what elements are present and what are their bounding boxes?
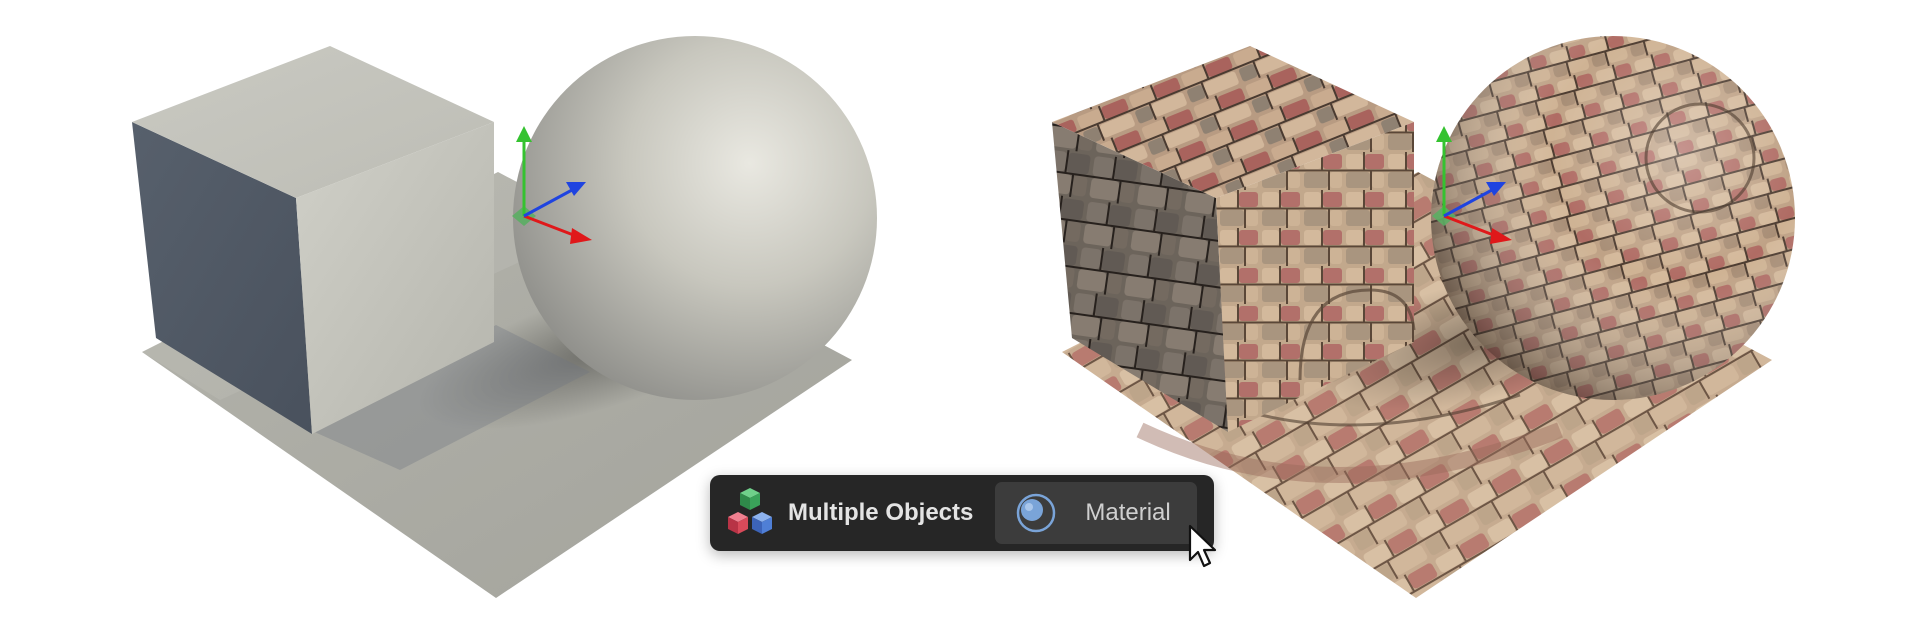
cubes-icon <box>728 488 772 534</box>
mouse-pointer-icon <box>1188 524 1217 568</box>
material-label: Material <box>1085 499 1171 526</box>
material-button[interactable]: Material <box>995 482 1198 544</box>
selection-toolbar: Multiple Objects Material <box>710 475 1214 551</box>
selection-label: Multiple Objects <box>788 499 974 526</box>
material-sphere-icon <box>1017 493 1056 533</box>
stone-sphere-shading <box>1431 36 1795 400</box>
gray-sphere <box>513 36 877 400</box>
